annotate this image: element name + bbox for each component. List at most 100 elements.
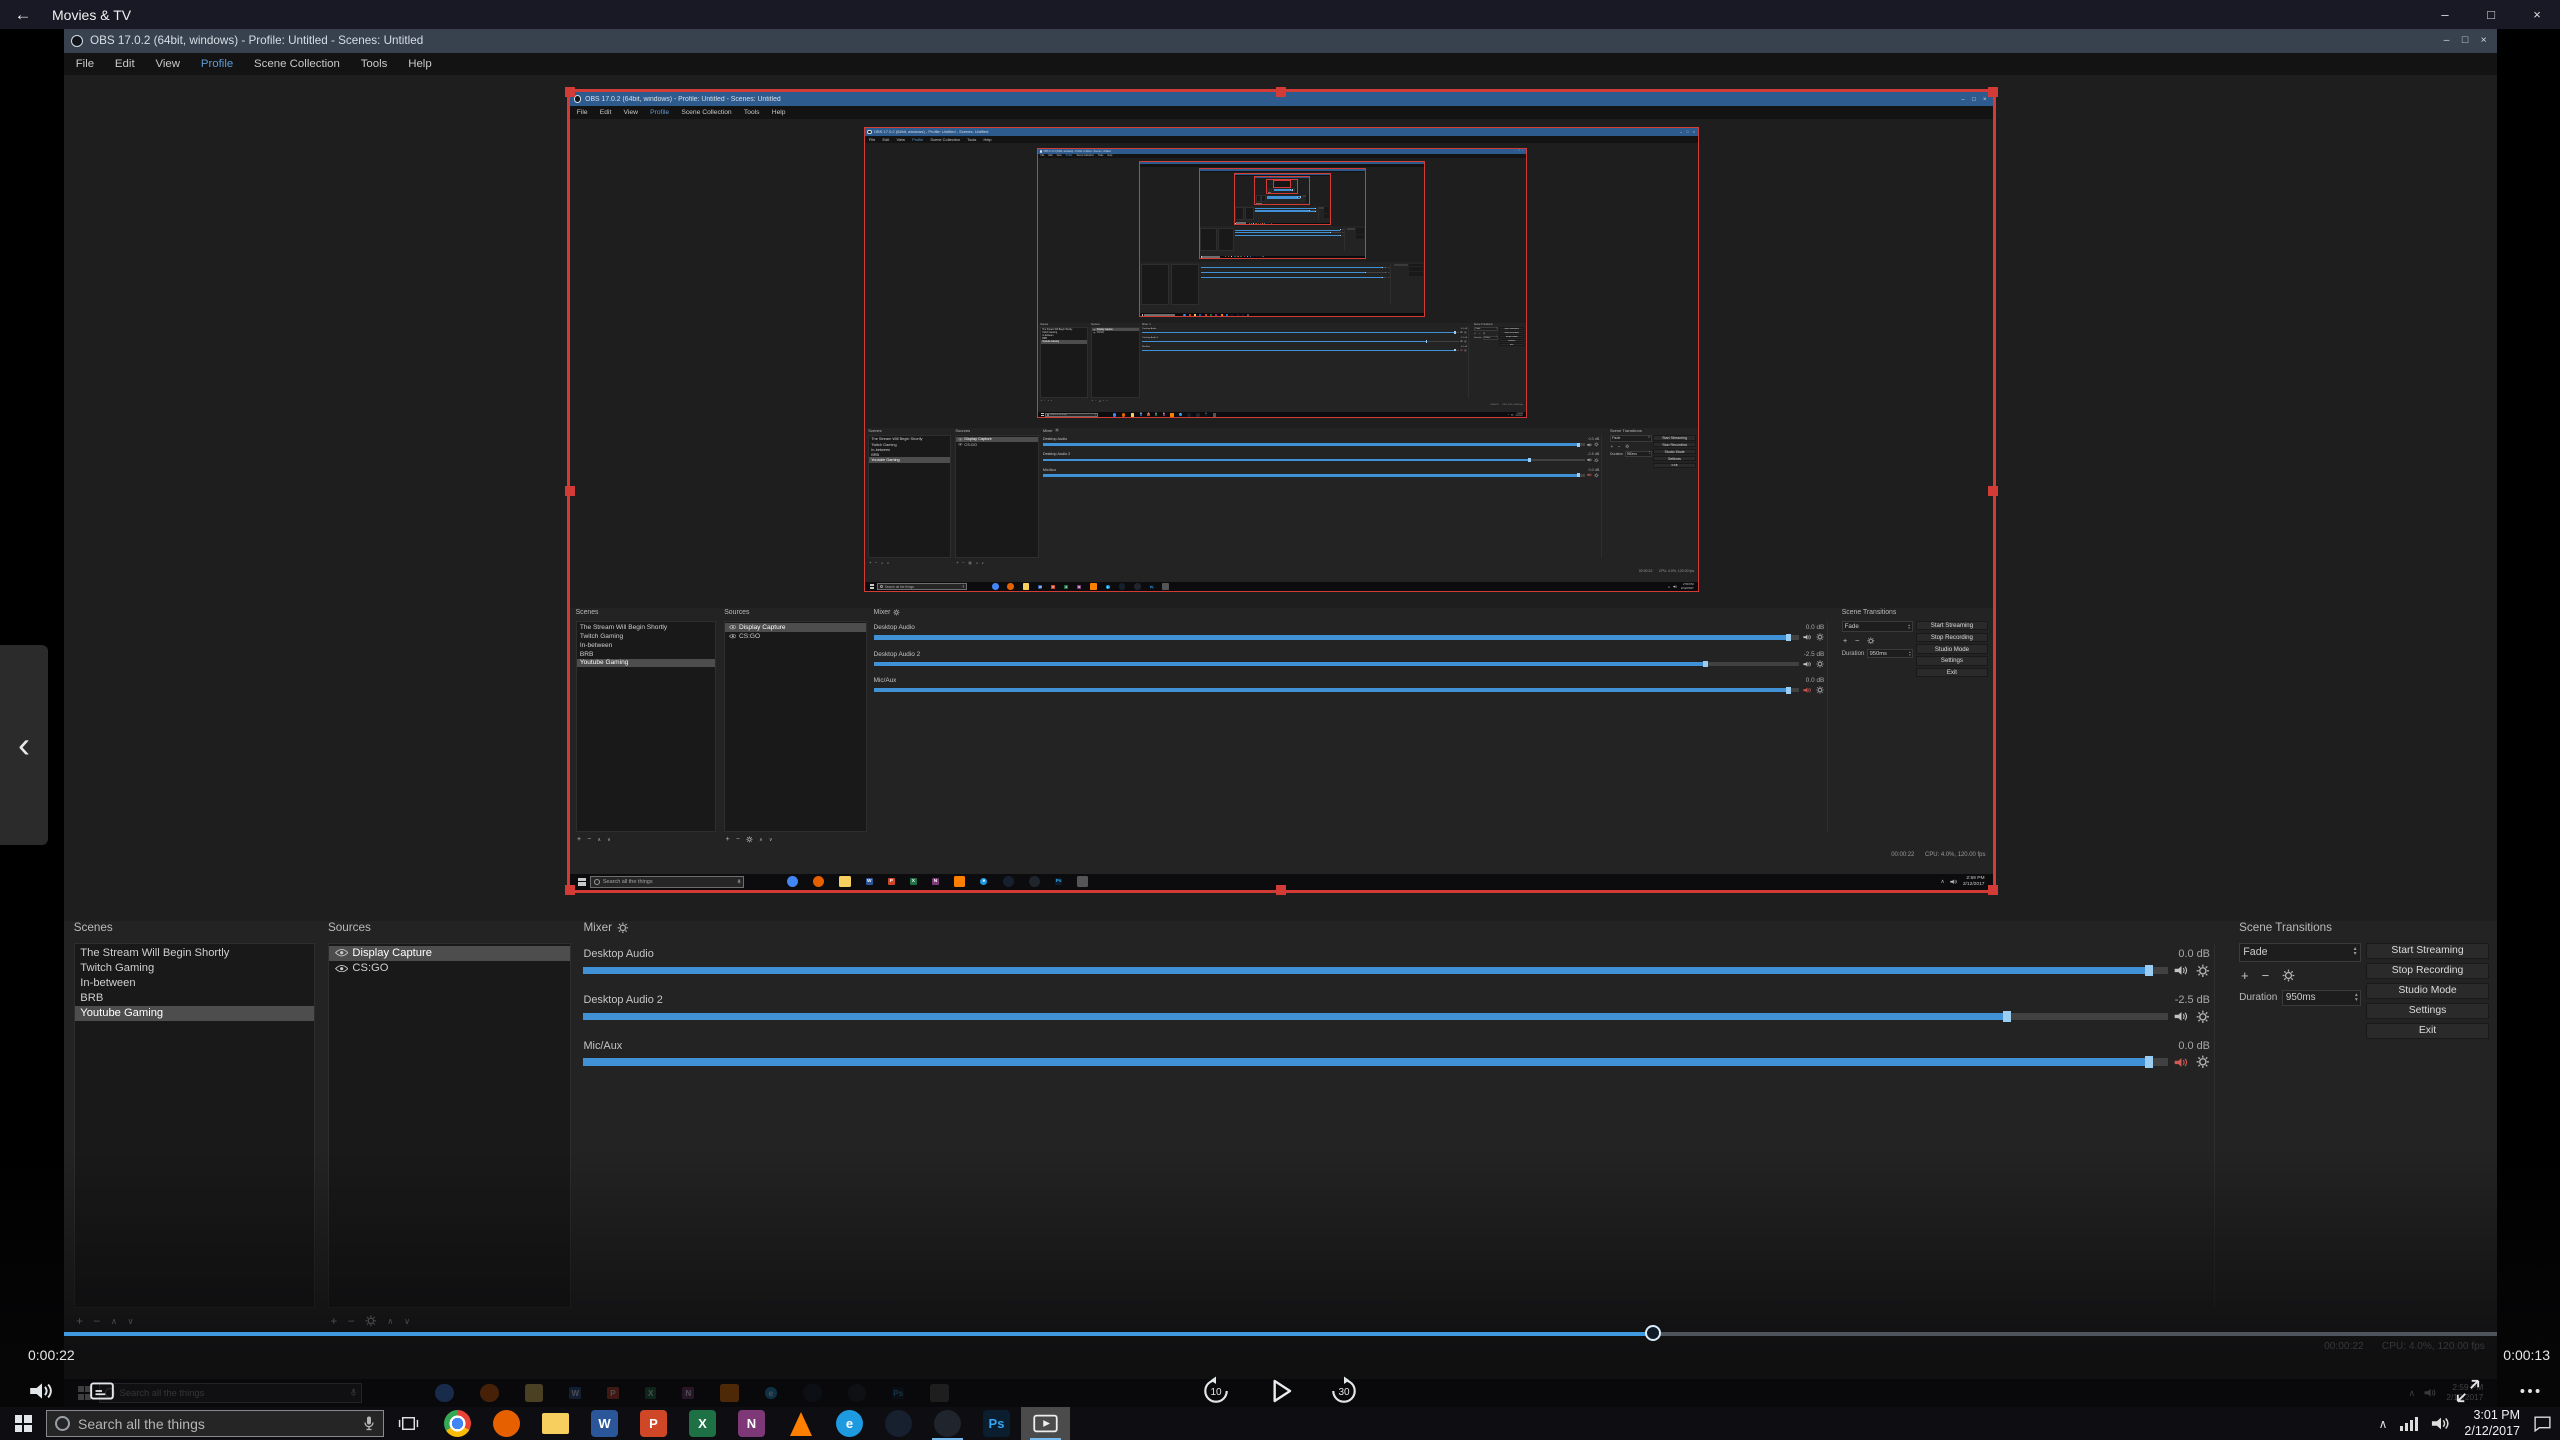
video-sources-label: Sources	[724, 609, 749, 616]
capture-handle	[1988, 486, 1998, 496]
video-taskbar-icon-vlc	[1090, 583, 1096, 589]
video-sources-panel	[1171, 264, 1199, 305]
tray-volume-icon[interactable]	[2431, 1416, 2451, 1431]
start-button[interactable]	[0, 1407, 46, 1440]
video-sources-toolbar: +−∧∨	[1092, 399, 1108, 402]
video-surface[interactable]: OBS 17.0.2 (64bit, windows) - Profile: U…	[64, 29, 2497, 1407]
video-start-icon	[870, 584, 875, 589]
taskbar-icon-onenote[interactable]: N	[727, 1407, 776, 1440]
previous-overlay[interactable]: ‹	[0, 645, 48, 845]
video-taskbar-icon-file-explorer	[1231, 256, 1232, 257]
video-obs-display-capture	[1254, 176, 1310, 205]
gear-icon	[1388, 277, 1390, 279]
taskbar-search[interactable]: Search all the things	[46, 1410, 384, 1437]
seek-bar[interactable]	[64, 1332, 2497, 1336]
video-mixer-track: Desktop Audio 2-2.5 dB	[1043, 452, 1601, 465]
video-taskbar-icon-powerpoint: P	[1147, 413, 1149, 415]
network-icon[interactable]	[2400, 1417, 2418, 1431]
video-obs-titlebar: OBS 17.0.2 (64bit, windows) - Profile: U…	[64, 29, 2497, 53]
video-mixer-track	[1274, 190, 1293, 191]
video-button-exit	[1409, 274, 1423, 276]
forward-30-button[interactable]: 30	[1328, 1375, 1360, 1407]
video-scenes-panel: The Stream Will Begin ShortlyTwitch Gami…	[74, 943, 315, 1308]
taskbar-icon-obs[interactable]	[923, 1407, 972, 1440]
video-scene-item: Youtube Gaming	[869, 457, 950, 462]
muted-speaker-icon	[1385, 277, 1387, 278]
video-button-exit: Exit	[1653, 463, 1695, 469]
video-taskbar-icons: WPXNePs	[787, 876, 1089, 887]
video-taskbar-icon-photoshop	[1242, 314, 1244, 316]
video-taskbar-icon-word	[1199, 314, 1201, 316]
video-sources-label: Sources	[328, 921, 371, 934]
video-taskbar	[1255, 204, 1309, 205]
video-mixer-panel: Desktop Audio0.0 dBDesktop Audio 2-2.5 d…	[1043, 435, 1602, 558]
mic-icon[interactable]	[363, 1415, 375, 1432]
video-taskbar-icon-edge: e	[1179, 413, 1181, 415]
taskbar-icon-movies-tv[interactable]	[1021, 1407, 1070, 1440]
gear-icon	[2196, 1010, 2210, 1024]
taskbar-clock[interactable]: 3:01 PM 2/12/2017	[2464, 1408, 2520, 1439]
video-system-tray: ∧2:59 PM2/12/2017	[1941, 876, 1988, 888]
video-button-settings: Settings	[1499, 339, 1524, 342]
video-taskbar-icon-movies-tv	[1247, 314, 1249, 316]
video-taskbar-icon-firefox	[1251, 223, 1252, 224]
video-taskbar-icon-onenote	[1260, 223, 1261, 224]
video-button-settings: Settings	[1916, 656, 1988, 665]
action-center-icon[interactable]	[2533, 1414, 2552, 1433]
taskbar-icon-photoshop[interactable]: Ps	[972, 1407, 1021, 1440]
taskbar-icon-excel[interactable]: X	[678, 1407, 727, 1440]
minimize-button[interactable]: –	[2422, 0, 2468, 29]
video-scene-item: BRB	[577, 650, 716, 659]
taskbar-icon-powerpoint[interactable]: P	[629, 1407, 678, 1440]
play-button[interactable]	[1264, 1375, 1296, 1407]
taskbar-icon-vlc[interactable]	[776, 1407, 825, 1440]
video-scenes-panel: The Stream Will Begin ShortlyTwitch Gami…	[1040, 327, 1088, 398]
close-button[interactable]: ×	[2514, 0, 2560, 29]
taskbar-icon-steam[interactable]	[874, 1407, 923, 1440]
video-taskbar-icon-file-explorer	[1253, 223, 1254, 224]
video-control-buttons: Start StreamingStop RecordingStudio Mode…	[1916, 621, 1988, 677]
tray-chevron-up-icon[interactable]: ∧	[2379, 1417, 2388, 1431]
video-start-icon	[578, 878, 586, 886]
taskbar-icon-word[interactable]: W	[580, 1407, 629, 1440]
video-obs-screen-level-7	[1255, 177, 1309, 204]
video-mixer-track	[1201, 265, 1391, 269]
video-taskbar-icon-firefox	[1122, 413, 1126, 417]
video-transitions-panel: Fade▴▾+−Duration950ms▴▾	[1842, 621, 1913, 658]
player-controls-center: 10 30	[1200, 1371, 1360, 1411]
fullscreen-button[interactable]	[2452, 1375, 2484, 1407]
video-search-box	[1144, 314, 1175, 316]
video-taskbar-icon-edge: e	[1106, 585, 1110, 589]
volume-button[interactable]	[26, 1375, 58, 1407]
video-transitions-panel: Fade▴▾+−Duration950ms▴▾	[1474, 327, 1498, 340]
video-mixer-panel: Desktop Audio0.0 dBDesktop Audio 2-2.5 d…	[1142, 327, 1469, 398]
video-taskbar-icon-excel: X	[1155, 413, 1157, 415]
video-button-settings: Settings	[1653, 456, 1695, 462]
rewind-seconds-label: 10	[1200, 1375, 1232, 1407]
video-control-buttons	[1324, 207, 1329, 218]
video-taskbar-icon-photoshop: Ps	[892, 1387, 904, 1399]
video-taskbar-icon-steam	[1231, 314, 1233, 316]
vlc-icon	[790, 1412, 812, 1436]
speaker-icon	[2174, 965, 2189, 976]
closed-captions-button[interactable]	[86, 1375, 118, 1407]
gear-icon	[1343, 235, 1344, 236]
video-taskbar-icon-movies-tv	[1271, 223, 1272, 224]
maximize-button[interactable]: □	[2468, 0, 2514, 29]
video-scene-item: Twitch Gaming	[577, 632, 716, 641]
taskbar-app-icons: WPXNe Ps	[433, 1407, 1070, 1440]
taskbar-icon-edge[interactable]: e	[825, 1407, 874, 1440]
rewind-10-button[interactable]: 10	[1200, 1375, 1232, 1407]
video-mixer-track: Mic/Aux0.0 dB	[1142, 346, 1468, 354]
back-button[interactable]: ←	[0, 0, 46, 29]
seek-bar-handle[interactable]	[1645, 1325, 1661, 1341]
task-view-button[interactable]	[384, 1407, 433, 1440]
video-taskbar-icon-chrome	[1225, 256, 1226, 257]
more-options-button[interactable]	[2514, 1375, 2546, 1407]
taskbar-icon-chrome[interactable]	[433, 1407, 482, 1440]
video-button-exit: Exit	[1499, 343, 1524, 346]
taskbar-icon-firefox[interactable]	[482, 1407, 531, 1440]
taskbar-icon-file-explorer[interactable]	[531, 1407, 580, 1440]
video-search-box: Search all the things	[99, 1383, 362, 1403]
video-obs-display-capture: OBS 17.0.2 (64bit, windows) - Profile: U…	[864, 127, 1699, 592]
